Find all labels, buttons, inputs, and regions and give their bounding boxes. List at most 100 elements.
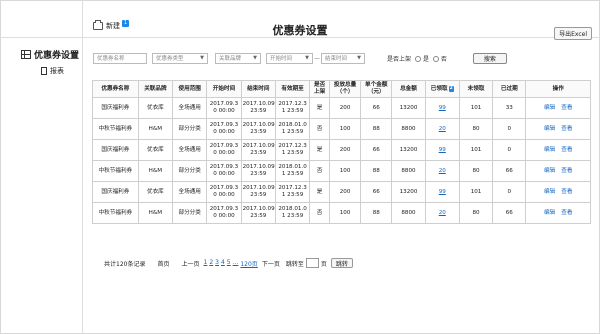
claimed-link[interactable]: 99 [439,189,446,195]
cell-start: 2017.09.3 0 00:00 [206,118,242,140]
cell-start: 2017.09.3 0 00:00 [206,139,242,161]
cell-unclaimed: 101 [458,139,494,161]
table-row: 国庆福利券 优衣库 全场通用 2017.09.3 0 00:00 2017.10.09 … [92,97,591,119]
cell-valid: 2017.12.3 1 23:59 [274,139,311,161]
online-label: 是否上架 [387,55,412,63]
page-link[interactable]: 4 [221,259,225,268]
cell-unclaimed: 101 [458,181,494,203]
cell-name: 中秋节福利券 [92,160,139,182]
cell-total: 200 [328,139,362,161]
coupon-name-input[interactable]: 优惠券名称 [93,52,147,64]
edit-link[interactable]: 编辑 [544,168,555,174]
cell-brand: 优衣库 [137,181,174,203]
cell-online: 否 [309,160,330,182]
edit-link[interactable]: 编辑 [544,189,555,195]
cell-brand: 优衣库 [137,139,174,161]
cell-sum: 13200 [391,181,426,203]
radio-no-label: 否 [440,55,447,63]
cell-name: 中秋节福利券 [92,118,139,140]
cell-claimed: 20 [424,202,460,224]
edit-link[interactable]: 编辑 [544,147,555,153]
document-icon [41,67,47,75]
claimed-link[interactable]: 20 [439,126,446,132]
claimed-link[interactable]: 99 [439,105,446,111]
view-link[interactable]: 查看 [561,189,572,195]
cell-claimed: 20 [424,160,460,182]
view-link[interactable]: 查看 [561,210,572,216]
cell-unclaimed: 101 [458,97,494,119]
page-link[interactable]: 2 [209,259,213,268]
cell-online: 否 [309,118,330,140]
cell-brand: H&M [137,118,174,140]
sidebar-item-report[interactable]: 报表 [0,61,82,76]
table-header-row: 优惠券名称 关联品牌 使用范围 开始时间 结束时间 有效期至 是否上架 投放总量… [92,80,591,98]
jump-page-input[interactable] [305,258,319,268]
export-excel-button[interactable]: 导出Excel [554,27,592,40]
page-link[interactable]: 1 [203,259,207,268]
cell-sum: 8800 [391,202,426,224]
sidebar-header[interactable]: 优惠券设置 [0,38,82,61]
page-link-last[interactable]: 120页 [240,259,257,268]
view-link[interactable]: 查看 [561,126,572,132]
col-header: 开始时间 [206,80,242,98]
cell-end: 2017.10.09 23:59 [240,202,276,224]
radio-icon [432,56,439,62]
page-link[interactable]: 5 [227,259,231,268]
cell-amount: 88 [360,160,393,182]
start-time-select[interactable]: 开始时间 ▼ [266,52,313,64]
jump-button[interactable]: 跳转 [330,258,353,268]
cell-valid: 2017.12.3 1 23:59 [274,181,311,203]
jump-label: 跳转至 [285,260,304,268]
view-link[interactable]: 查看 [561,147,572,153]
search-button[interactable]: 搜索 [472,52,507,64]
chevron-down-icon: ▼ [357,55,361,61]
cell-expired: 0 [492,181,527,203]
cell-name: 中秋节福利券 [92,202,139,224]
edit-link[interactable]: 编辑 [544,210,555,216]
end-time-select[interactable]: 结束时间 ▼ [321,52,365,64]
cell-start: 2017.09.3 0 00:00 [206,181,242,203]
claimed-link[interactable]: 20 [439,168,446,174]
cell-start: 2017.09.3 0 00:00 [206,97,242,119]
cell-expired: 66 [492,160,527,182]
chevron-down-icon: ▼ [200,55,204,61]
claimed-badge: 2 [448,85,454,92]
col-header: 是否上架 [309,80,330,98]
cell-sum: 8800 [391,118,426,140]
brand-select[interactable]: 关联品牌 ▼ [215,52,261,64]
edit-link[interactable]: 编辑 [544,126,555,132]
claimed-link[interactable]: 20 [439,210,446,216]
cell-brand: H&M [137,202,174,224]
cell-actions: 编辑 查看 [525,202,591,224]
radio-no[interactable]: 否 [432,54,447,63]
cell-expired: 0 [492,118,527,140]
cell-unclaimed: 80 [458,160,494,182]
coupon-type-select[interactable]: 优惠券类型 ▼ [152,52,208,64]
cell-scope: 部分分类 [172,160,208,182]
prev-page-link[interactable]: 上一页 [181,259,199,268]
first-page-link[interactable]: 首页 [157,259,169,268]
sidebar-item-label: 报表 [50,67,64,75]
page-unit: 页 [320,260,327,268]
page-link[interactable]: 3 [215,259,219,268]
view-link[interactable]: 查看 [561,168,572,174]
cell-end: 2017.10.09 23:59 [240,118,276,140]
cell-actions: 编辑 查看 [525,97,591,119]
cell-actions: 编辑 查看 [525,139,591,161]
cell-sum: 13200 [391,97,426,119]
claimed-link[interactable]: 99 [439,147,446,153]
edit-link[interactable]: 编辑 [544,105,555,111]
radio-yes[interactable]: 是 [415,54,429,63]
cell-online: 是 [309,139,330,161]
view-link[interactable]: 查看 [561,105,572,111]
page-title: 优惠券设置 [272,24,328,37]
cell-scope: 全场通用 [172,181,208,203]
cell-name: 国庆福利券 [92,139,139,161]
cell-online: 否 [309,202,330,224]
radio-yes-label: 是 [422,55,429,63]
cell-end: 2017.10.09 23:59 [240,97,276,119]
cell-start: 2017.09.3 0 00:00 [206,202,242,224]
cell-actions: 编辑 查看 [525,181,591,203]
table-row: 中秋节福利券 H&M 部分分类 2017.09.3 0 00:00 2017.10.09… [92,118,591,140]
next-page-link[interactable]: 下一页 [262,259,280,268]
